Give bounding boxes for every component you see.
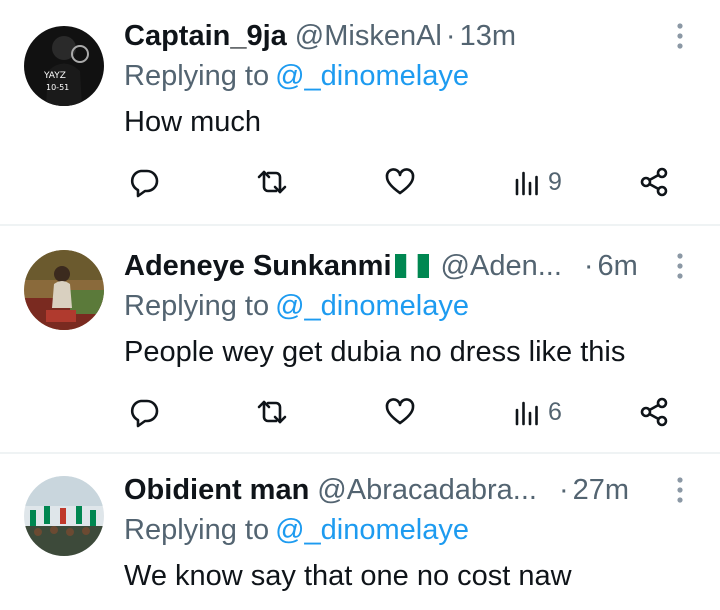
share-button[interactable] [638, 392, 670, 432]
view-count: 9 [548, 167, 562, 196]
retweet-button[interactable] [256, 162, 288, 202]
more-vertical-icon[interactable] [668, 474, 692, 506]
user-handle[interactable]: @Abracadabra... [317, 474, 537, 507]
avatar-image: YAYZ 10-51 [24, 26, 104, 106]
mention-link[interactable]: @_dinomelaye [275, 290, 469, 322]
avatar-text: 10-51 [46, 83, 69, 92]
divider [0, 452, 720, 454]
replying-prefix: Replying to [124, 60, 270, 92]
share-icon [640, 397, 668, 427]
share-button[interactable] [638, 162, 670, 202]
avatar-text: YAYZ [43, 71, 66, 81]
display-name[interactable]: Captain_9ja [124, 20, 287, 53]
tweet-header: Captain_9ja @MiskenAl · 13m [124, 16, 516, 56]
more-vertical-icon[interactable] [668, 20, 692, 52]
speech-bubble-icon [130, 169, 159, 198]
avatar[interactable]: YAYZ 10-51 [24, 26, 104, 106]
replying-prefix: Replying to [124, 514, 270, 546]
reply-button[interactable] [128, 162, 160, 202]
heart-icon [385, 168, 415, 195]
avatar-image [24, 250, 104, 330]
timestamp[interactable]: 27m [573, 474, 629, 507]
reply-tweet[interactable]: Adeneye Sunkanmi @Aden... · 6m Replying … [0, 246, 720, 436]
separator-dot: · [445, 19, 456, 52]
replying-to: Replying to @_dinomelaye [124, 290, 469, 323]
tweet-text: We know say that one no cost naw [124, 560, 572, 592]
avatar[interactable] [24, 476, 104, 556]
replying-prefix: Replying to [124, 290, 270, 322]
timestamp[interactable]: 13m [460, 20, 516, 53]
more-vertical-icon[interactable] [668, 250, 692, 282]
heart-icon [385, 398, 415, 425]
display-name[interactable]: Obidient man [124, 474, 309, 507]
replying-to: Replying to @_dinomelaye [124, 60, 469, 93]
action-bar: 6 [0, 392, 720, 432]
reply-button[interactable] [128, 392, 160, 432]
avatar-image [24, 476, 104, 556]
separator-dot: · [558, 473, 569, 506]
user-handle[interactable]: @Aden... [441, 250, 562, 283]
retweet-icon [257, 400, 287, 424]
mention-link[interactable]: @_dinomelaye [275, 514, 469, 546]
tweet-text: People wey get dubia no dress like this [124, 336, 626, 368]
views-button[interactable]: 9 [512, 162, 562, 202]
display-name[interactable]: Adeneye Sunkanmi [124, 250, 392, 283]
reply-tweet[interactable]: YAYZ 10-51 Captain_9ja @MiskenAl · 13m R… [0, 16, 720, 206]
bar-chart-icon [515, 401, 538, 426]
retweet-button[interactable] [256, 392, 288, 432]
divider [0, 224, 720, 226]
retweet-icon [257, 170, 287, 194]
separator-dot: · [583, 249, 594, 282]
replying-to: Replying to @_dinomelaye [124, 514, 469, 547]
avatar[interactable] [24, 250, 104, 330]
view-count: 6 [548, 397, 562, 426]
share-icon [640, 167, 668, 197]
tweet-header: Adeneye Sunkanmi @Aden... · 6m [124, 246, 638, 286]
reply-tweet[interactable]: Obidient man @Abracadabra... · 27m Reply… [0, 470, 720, 610]
tweet-header: Obidient man @Abracadabra... · 27m [124, 470, 629, 510]
like-button[interactable] [384, 392, 416, 432]
tweet-text: How much [124, 106, 261, 138]
speech-bubble-icon [130, 399, 159, 428]
mention-link[interactable]: @_dinomelaye [275, 60, 469, 92]
nigeria-flag-icon [394, 254, 429, 278]
views-button[interactable]: 6 [512, 392, 562, 432]
action-bar: 9 [0, 162, 720, 202]
bar-chart-icon [515, 171, 538, 196]
user-handle[interactable]: @MiskenAl [295, 20, 442, 53]
timestamp[interactable]: 6m [598, 250, 638, 283]
like-button[interactable] [384, 162, 416, 202]
